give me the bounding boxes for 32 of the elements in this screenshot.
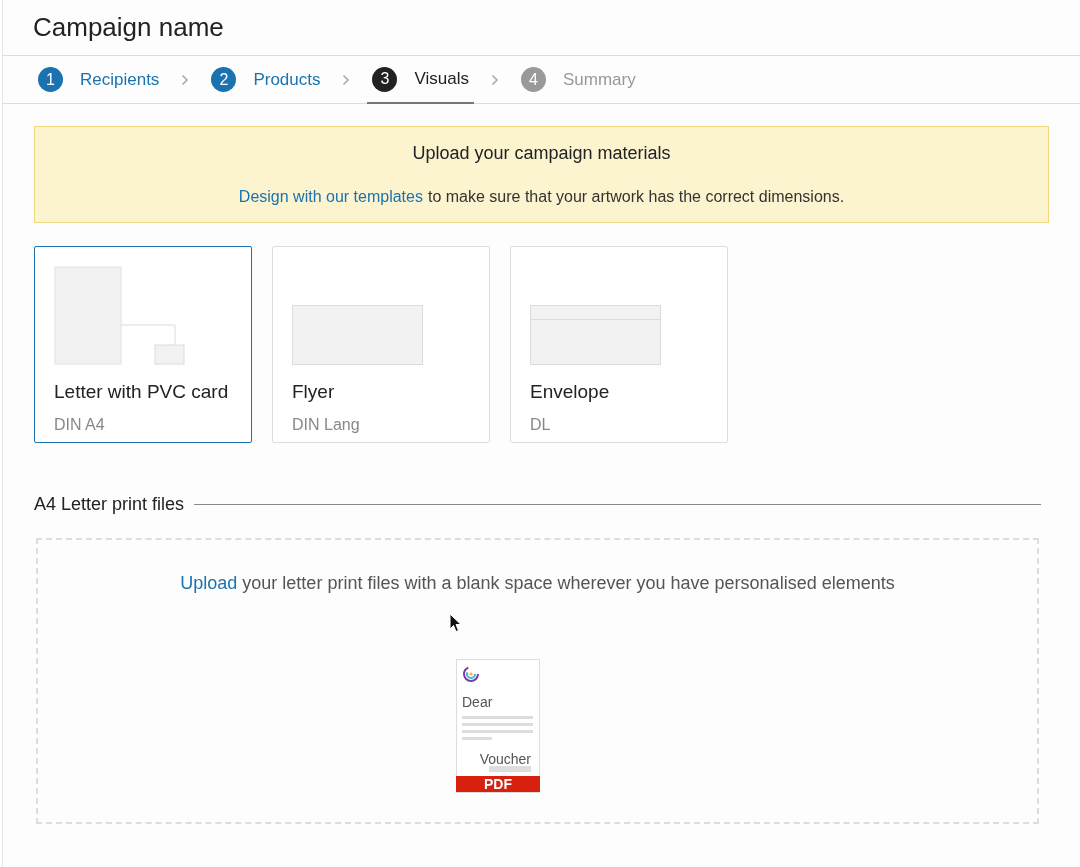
card-subtitle: DIN Lang xyxy=(292,414,361,435)
page-title: Campaign name xyxy=(33,11,224,44)
step-tab[interactable]: 3 Visuals xyxy=(367,56,474,104)
step-number: 3 xyxy=(372,66,398,92)
product-card[interactable]: Flyer DIN Lang xyxy=(272,246,490,443)
section-heading: A4 Letter print files xyxy=(34,493,185,516)
banner-title: Upload your campaign materials xyxy=(412,142,671,165)
upload-dropzone[interactable]: Upload your letter print files with a blank space wherever you have personalised elements Dear Voucher PDF xyxy=(36,538,1039,824)
chevron-icon xyxy=(490,73,499,86)
chevron-icon xyxy=(181,73,190,86)
product-card[interactable]: Letter with PVC card DIN A4 xyxy=(34,246,252,443)
greeting-text: Dear xyxy=(462,693,494,712)
step-tab[interactable]: 2 Products xyxy=(206,56,326,103)
card-title: Envelope xyxy=(530,380,611,404)
card-subtitle: DL xyxy=(530,414,552,435)
step-number: 4 xyxy=(520,67,546,92)
banner-text: to make sure that your artwork has the correct dimensions. xyxy=(427,187,845,207)
step-number: 1 xyxy=(38,67,63,92)
pdf-badge: PDF xyxy=(456,776,540,792)
mouse-cursor-icon xyxy=(449,613,462,633)
product-card[interactable]: Envelope DL xyxy=(510,246,728,443)
templates-link[interactable]: Design with our templates xyxy=(238,185,423,209)
chevron-icon xyxy=(342,73,351,86)
step-number: 2 xyxy=(211,67,237,92)
card-subtitle: DIN A4 xyxy=(54,414,106,435)
voucher-text: Voucher xyxy=(479,752,531,766)
logo-icon xyxy=(462,665,480,683)
upload-link[interactable]: Upload xyxy=(180,570,238,597)
card-title: Flyer xyxy=(292,380,336,404)
step-tab[interactable]: 1 Recipients xyxy=(33,56,165,103)
upload-instructions: your letter print files with a blank space wherever you have personalised elements xyxy=(242,572,895,595)
card-title: Letter with PVC card xyxy=(54,380,230,404)
